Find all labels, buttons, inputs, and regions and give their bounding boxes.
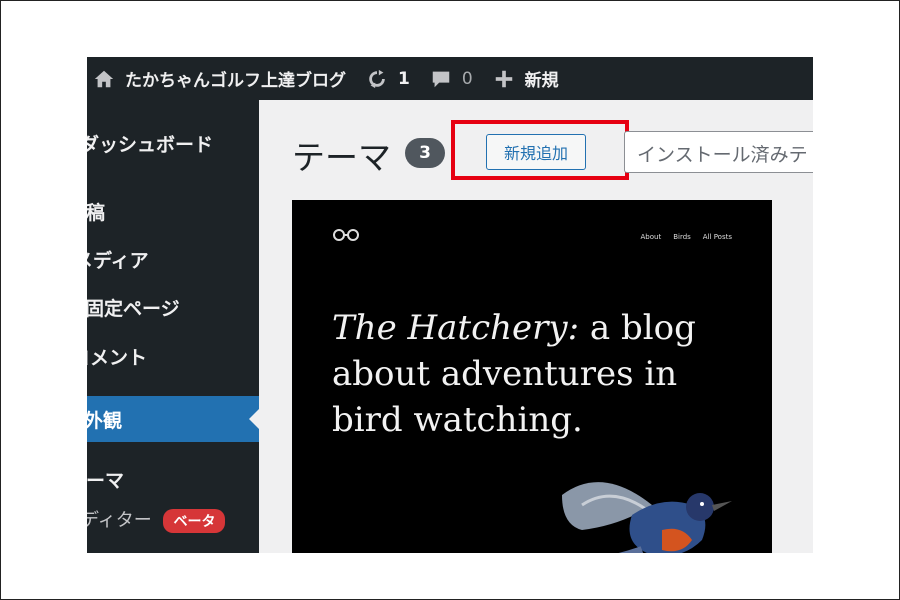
- nav-about: About: [640, 233, 662, 241]
- theme-headline: The Hatchery: a blog about adventures in…: [332, 305, 732, 443]
- submenu-item-themes[interactable]: テーマ: [87, 466, 259, 493]
- sidebar-item-posts[interactable]: 投稿: [87, 198, 259, 225]
- admin-bar: たかちゃんゴルフ上達ブログ 1 0 新規: [87, 57, 813, 100]
- new-label: 新規: [524, 71, 559, 91]
- sidebar-item-media[interactable]: メディア: [87, 246, 259, 273]
- active-indicator: [249, 409, 259, 429]
- sidebar-item-pages[interactable]: 固定ページ: [87, 294, 259, 321]
- theme-card[interactable]: About Birds All Posts The Hatchery: a bl…: [292, 200, 772, 553]
- theme-count-badge: 3: [405, 138, 445, 168]
- home-icon: [94, 70, 114, 87]
- bird-illustration: [562, 482, 732, 553]
- submenu-item-editor[interactable]: エディター ベータ: [87, 506, 259, 533]
- updates-count: 1: [398, 68, 410, 89]
- comments-count: 0: [461, 68, 473, 89]
- add-new-button[interactable]: 新規追加: [486, 134, 586, 170]
- headline-italic: The Hatchery:: [332, 308, 580, 348]
- comments-link[interactable]: 0: [430, 68, 473, 90]
- site-name: たかちゃんゴルフ上達ブログ: [125, 71, 346, 91]
- updates-link[interactable]: 1: [366, 68, 410, 90]
- nav-birds: Birds: [673, 233, 691, 241]
- admin-sidebar: ダッシュボード 投稿 メディア 固定ページ コメント 外観 テーマ エディター …: [87, 100, 259, 553]
- nav-all-posts: All Posts: [702, 233, 732, 241]
- sidebar-item-dashboard[interactable]: ダッシュボード: [87, 130, 259, 157]
- comment-icon: [432, 71, 450, 87]
- sidebar-item-comments[interactable]: コメント: [87, 343, 259, 370]
- theme-search-input[interactable]: インストール済みテ: [624, 131, 813, 173]
- theme-preview-nav: About Birds All Posts: [641, 233, 733, 241]
- refresh-icon: [369, 69, 385, 88]
- theme-logo-icon: [333, 229, 359, 241]
- beta-badge: ベータ: [163, 509, 226, 533]
- new-content-link[interactable]: 新規: [493, 66, 559, 91]
- site-name-link[interactable]: たかちゃんゴルフ上達ブログ: [93, 66, 346, 91]
- screenshot-area: たかちゃんゴルフ上達ブログ 1 0 新規 ダッシュボード 稿 ディア 固定ページ…: [87, 57, 813, 553]
- plus-icon: [495, 70, 512, 87]
- sidebar-item-appearance[interactable]: 外観: [87, 396, 259, 442]
- page-title: テーマ: [292, 138, 391, 177]
